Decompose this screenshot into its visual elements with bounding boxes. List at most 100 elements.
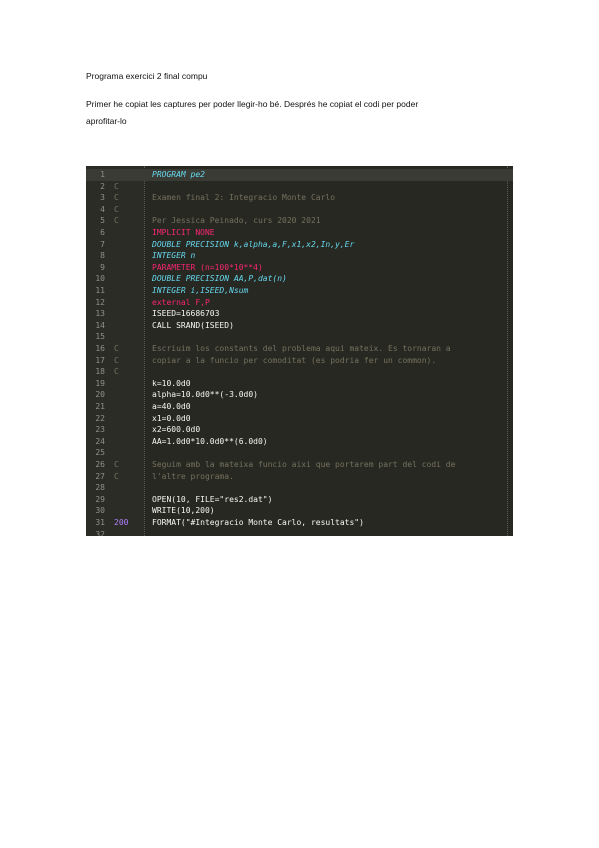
code-text: CALL SRAND(ISEED) [152, 320, 234, 330]
line-number: 22 [95, 413, 105, 423]
code-text: WRITE(10,200) [152, 506, 215, 516]
code-line: 24 AA=1.0d0*10.0d0**(6.0d0) [86, 436, 513, 448]
code-line: 4C [86, 204, 513, 216]
intro-paragraph: Primer he copiat les captures per poder … [86, 96, 516, 130]
line-label: C [114, 367, 119, 377]
code-text: Per Jessica Peinado, curs 2020 2021 [152, 216, 321, 226]
line-number: 32 [95, 529, 105, 536]
code-line: 18 C [86, 366, 513, 378]
code-text: l'altre programa. [152, 471, 234, 481]
code-line: 9 PARAMETER (n=100*10**4) [86, 262, 513, 274]
line-number: 30 [95, 506, 105, 516]
line-number: 18 [95, 367, 105, 377]
line-number: 26 [95, 460, 105, 469]
code-text: IMPLICIT NONE [152, 228, 215, 237]
line-number: 6 [100, 228, 105, 237]
code-line: 2C [86, 181, 513, 193]
code-line: 10 DOUBLE PRECISION AA,P,dat(n) [86, 273, 513, 285]
code-text: OPEN(10, FILE="res2.dat") [152, 494, 273, 504]
code-line: 7 DOUBLE PRECISION k,alpha,a,F,x1,x2,In,y… [86, 239, 513, 251]
line-number: 21 [95, 402, 105, 411]
line-number: 16 [95, 344, 105, 353]
code-editor-screenshot: 1 PROGRAM pe2 2 C 3 C Examen final 2: Integrac… [86, 166, 513, 536]
line-label: C [114, 471, 119, 481]
code-text: Seguim amb la mateixa funcio aixi que po… [152, 460, 456, 469]
line-number: 8 [100, 251, 105, 261]
line-label: C [114, 355, 119, 365]
code-line: 29 OPEN(10, FILE="res2.dat") [86, 494, 513, 506]
code-line: 20 alpha=10.0d0**(-3.0d0) [86, 389, 513, 401]
code-line: 11 INTEGER i,ISEED,Nsum [86, 285, 513, 297]
line-number: 3 [100, 193, 105, 203]
code-line: 23 x2=600.0d0 [86, 424, 513, 436]
code-text: PARAMETER (n=100*10**4) [152, 262, 263, 272]
code-line: 28 [86, 482, 513, 494]
line-number: 28 [95, 483, 105, 493]
line-number: 1 [100, 170, 105, 179]
code-line: 13 ISEED=16686703 [86, 308, 513, 320]
code-line: 15 [86, 331, 513, 343]
code-line: 1 PROGRAM pe2 [86, 169, 513, 181]
line-number: 24 [95, 436, 105, 446]
code-text: INTEGER n [152, 251, 196, 261]
line-label: C [114, 204, 119, 214]
line-number: 12 [95, 297, 105, 307]
line-number: 7 [100, 239, 105, 249]
document-title: Programa exercici 2 final compu [86, 71, 208, 81]
line-label: C [114, 460, 119, 469]
line-number: 17 [95, 355, 105, 365]
line-label: C [114, 193, 119, 203]
line-number: 25 [95, 448, 105, 458]
code-line: 21 a=40.0d0 [86, 401, 513, 413]
line-number: 27 [95, 471, 105, 481]
code-line: 17 Ccopiar a la funcio per comoditat (es … [86, 355, 513, 367]
code-line: 5 C Per Jessica Peinado, curs 2020 2021 [86, 215, 513, 227]
line-number: 15 [95, 332, 105, 342]
code-text: x2=600.0d0 [152, 425, 201, 435]
code-text: external F,P [152, 297, 210, 307]
code-text: PROGRAM pe2 [152, 170, 205, 179]
line-number: 9 [100, 262, 105, 272]
code-line: 32 [86, 529, 513, 536]
line-number: 23 [95, 425, 105, 435]
line-number: 31 [95, 518, 105, 527]
code-line: 26 C Seguim amb la mateixa funcio aixi que… [86, 459, 513, 471]
code-text: AA=1.0d0*10.0d0**(6.0d0) [152, 436, 268, 446]
line-number: 2 [100, 181, 105, 191]
code-text: Escriuim los constants del problema aqui… [152, 344, 451, 353]
line-number: 20 [95, 390, 105, 400]
line-number: 5 [100, 216, 105, 226]
code-line: 14 CALL SRAND(ISEED) [86, 320, 513, 332]
code-text: DOUBLE PRECISION AA,P,dat(n) [152, 274, 287, 284]
line-number: 11 [95, 286, 105, 295]
code-line: 3 C Examen final 2: Integracio Monte Carlo [86, 192, 513, 204]
code-text: alpha=10.0d0**(-3.0d0) [152, 390, 258, 400]
code-text: FORMAT("#Integracio Monte Carlo, resulta… [152, 518, 364, 527]
paragraph-line: Primer he copiat les captures per poder … [86, 99, 419, 109]
code-line: 19 k=10.0d0 [86, 378, 513, 390]
paragraph-line: aprofitar-lo [86, 116, 127, 126]
line-number: 10 [95, 274, 105, 284]
line-number: 29 [95, 494, 105, 504]
code-text: INTEGER i,ISEED,Nsum [152, 286, 249, 295]
code-line: 16 C Escriuim los constants del problema a… [86, 343, 513, 355]
line-number: 14 [95, 320, 105, 330]
code-line: 8 INTEGER n [86, 250, 513, 262]
code-line: 27 Cl'altre programa. [86, 471, 513, 483]
line-number: 4 [100, 204, 105, 214]
line-label: C [114, 344, 119, 353]
code-line: 12 external F,P [86, 297, 513, 309]
code-line: 25 [86, 447, 513, 459]
code-text: ISEED=16686703 [152, 309, 220, 319]
line-number: 19 [95, 378, 105, 388]
code-text: k=10.0d0 [152, 378, 191, 388]
code-text: copiar a la funcio per comoditat (es pod… [152, 355, 437, 365]
code-line: 6 IMPLICIT NONE [86, 227, 513, 239]
line-label: C [114, 181, 119, 191]
line-number: 13 [95, 309, 105, 319]
code-line: 31 200 FORMAT("#Integracio Monte Carlo, re… [86, 517, 513, 529]
line-label: C [114, 216, 119, 226]
code-line: 22 x1=0.0d0 [86, 413, 513, 425]
code-text: DOUBLE PRECISION k,alpha,a,F,x1,x2,In,y,… [152, 239, 355, 249]
code-text: a=40.0d0 [152, 402, 191, 411]
